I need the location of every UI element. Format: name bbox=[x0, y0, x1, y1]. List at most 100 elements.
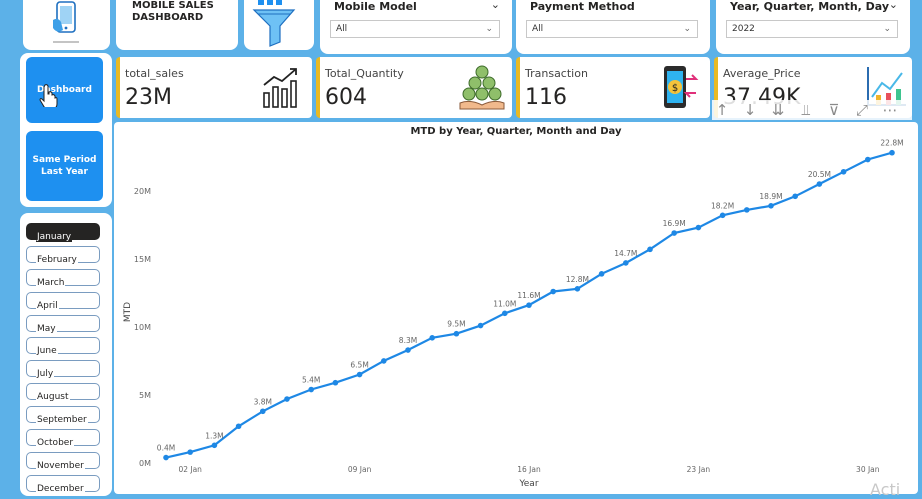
focus-mode-icon[interactable]: ⤢ bbox=[852, 101, 872, 119]
kpi-label: Average_Price bbox=[723, 67, 801, 80]
x-tick-label: 16 Jan bbox=[517, 465, 541, 474]
data-point bbox=[356, 371, 363, 378]
month-slicer: January February March April May June July Augu… bbox=[20, 213, 112, 496]
chevron-down-icon: ⌄ bbox=[485, 24, 493, 34]
date-dropdown[interactable]: 2022 ⌄ bbox=[726, 20, 898, 38]
y-tick-label: 20M bbox=[134, 187, 151, 196]
month-label: July bbox=[36, 369, 55, 379]
sort-up-icon[interactable]: ↑ bbox=[712, 101, 732, 119]
month-option-april[interactable]: April bbox=[26, 292, 100, 311]
kpi-card-transaction: Transaction 116 $ bbox=[516, 57, 710, 118]
kpi-label: Total_Quantity bbox=[325, 67, 404, 80]
month-option-august[interactable]: August bbox=[26, 383, 100, 402]
kpi-card-total-quantity: Total_Quantity 604 bbox=[316, 57, 512, 118]
data-point bbox=[332, 379, 339, 386]
data-point bbox=[889, 149, 895, 156]
kpi-value: 116 bbox=[525, 85, 567, 110]
kpi-value: 23M bbox=[125, 85, 172, 110]
chevron-down-icon[interactable]: ⌄ bbox=[889, 0, 898, 11]
data-point bbox=[163, 454, 169, 461]
drill-down-icon[interactable]: ⇊ bbox=[768, 101, 788, 119]
data-label: 0.4M bbox=[157, 444, 175, 453]
data-point bbox=[260, 408, 266, 415]
x-tick-label: 23 Jan bbox=[687, 465, 711, 474]
data-point bbox=[623, 260, 629, 266]
data-label: 5.4M bbox=[302, 376, 320, 385]
data-label: 6.5M bbox=[350, 361, 368, 370]
month-label: January bbox=[36, 232, 73, 242]
month-label: September bbox=[36, 415, 88, 425]
slicer-label: Year, Quarter, Month, Day bbox=[730, 0, 890, 13]
data-point bbox=[502, 310, 508, 317]
date-slicer[interactable]: Year, Quarter, Month, Day ⌄ 2022 ⌄ bbox=[716, 0, 910, 54]
x-tick-label: 02 Jan bbox=[178, 465, 202, 474]
data-label: 11.0M bbox=[493, 299, 516, 308]
month-option-may[interactable]: May bbox=[26, 315, 100, 334]
data-point bbox=[526, 302, 532, 308]
mtd-line-chart-card: MTD by Year, Quarter, Month and Day 0M 5M… bbox=[114, 122, 918, 494]
svg-text:$: $ bbox=[672, 83, 678, 94]
month-option-october[interactable]: October bbox=[26, 429, 100, 448]
sort-down-icon[interactable]: ↓ bbox=[740, 101, 760, 119]
month-option-november[interactable]: November bbox=[26, 452, 100, 471]
data-point bbox=[647, 246, 653, 253]
expand-hierarchy-icon[interactable]: ⫫ bbox=[796, 101, 816, 119]
month-option-march[interactable]: March bbox=[26, 269, 100, 288]
month-label: May bbox=[36, 324, 57, 334]
month-label: August bbox=[36, 392, 70, 402]
dropdown-value: All bbox=[532, 24, 544, 34]
month-option-june[interactable]: June bbox=[26, 337, 100, 356]
x-tick-label: 09 Jan bbox=[348, 465, 372, 474]
data-point bbox=[405, 347, 411, 353]
filter-icon[interactable]: ⊽ bbox=[824, 101, 844, 119]
logo-card bbox=[23, 0, 110, 50]
mobile-logo-icon bbox=[53, 1, 79, 43]
payment-method-dropdown[interactable]: All ⌄ bbox=[526, 20, 698, 38]
same-period-button-label: Same Period Last Year bbox=[32, 155, 97, 177]
data-point bbox=[598, 271, 605, 277]
coins-hand-icon bbox=[459, 65, 505, 110]
payment-method-slicer[interactable]: Payment Method All ⌄ bbox=[516, 0, 710, 54]
month-option-january[interactable]: January bbox=[26, 223, 100, 242]
y-tick-label: 0M bbox=[139, 459, 151, 468]
mobile-model-dropdown[interactable]: All ⌄ bbox=[330, 20, 500, 38]
data-label: 12.8M bbox=[566, 275, 589, 284]
dashboard-title-card: MOBILE SALES DASHBOARD bbox=[116, 0, 238, 50]
data-point bbox=[284, 396, 290, 402]
chevron-down-icon[interactable]: ⌄ bbox=[491, 0, 500, 11]
phone-payment-icon: $ bbox=[664, 66, 699, 108]
data-label: 11.6M bbox=[517, 291, 540, 300]
data-point bbox=[477, 322, 484, 329]
data-label: 18.9M bbox=[759, 192, 782, 201]
slicer-label: Mobile Model bbox=[334, 0, 417, 13]
hand-cursor-icon bbox=[39, 84, 58, 107]
mobile-model-slicer[interactable]: Mobile Model ⌄ All ⌄ bbox=[320, 0, 512, 54]
data-point bbox=[744, 207, 750, 213]
month-option-september[interactable]: September bbox=[26, 406, 100, 425]
data-point bbox=[671, 230, 677, 236]
month-label: March bbox=[36, 278, 66, 288]
data-point bbox=[719, 212, 726, 219]
data-point bbox=[816, 181, 823, 187]
data-point bbox=[381, 358, 387, 364]
data-point bbox=[211, 442, 218, 449]
x-axis-label: Year bbox=[518, 479, 538, 489]
more-options-icon[interactable]: ⋯ bbox=[880, 101, 900, 119]
data-label: 22.8M bbox=[880, 139, 903, 148]
data-point bbox=[792, 193, 798, 200]
funnel-card bbox=[244, 0, 314, 50]
kpi-label: total_sales bbox=[125, 67, 184, 80]
month-option-february[interactable]: February bbox=[26, 246, 100, 265]
kpi-card-total-sales: total_sales 23M bbox=[116, 57, 312, 118]
dropdown-value: 2022 bbox=[732, 24, 755, 34]
navigation-panel: Dashboard Same Period Last Year bbox=[20, 53, 112, 207]
y-tick-label: 15M bbox=[134, 255, 151, 264]
month-option-july[interactable]: July bbox=[26, 360, 100, 379]
chevron-down-icon: ⌄ bbox=[883, 24, 891, 34]
data-label: 20.5M bbox=[808, 170, 831, 179]
month-option-december[interactable]: December bbox=[26, 475, 100, 494]
data-point bbox=[695, 224, 702, 231]
activation-watermark: Acti bbox=[870, 480, 901, 499]
same-period-last-year-button[interactable]: Same Period Last Year bbox=[26, 131, 103, 201]
data-point bbox=[429, 335, 436, 341]
